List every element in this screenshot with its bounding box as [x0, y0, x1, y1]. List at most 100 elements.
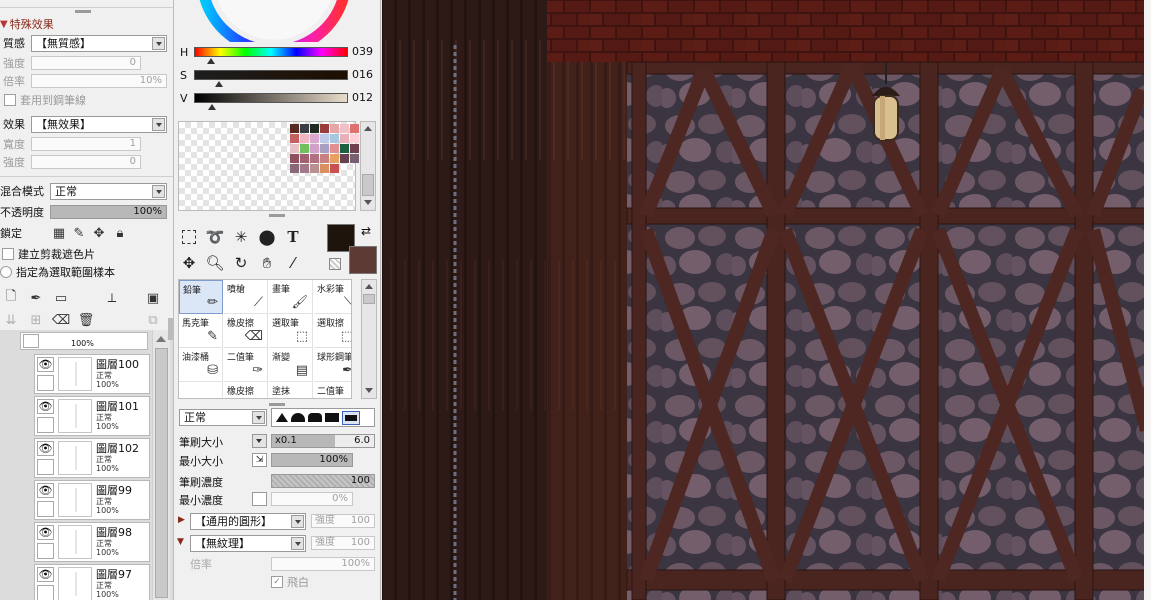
color-swatch[interactable] [350, 134, 359, 143]
color-swatch[interactable] [290, 124, 299, 133]
visibility-eye-icon[interactable]: 👁︎ [37, 357, 54, 372]
scroll-up-icon[interactable] [156, 336, 166, 342]
add-layer-icon[interactable]: ⊞ [27, 311, 45, 329]
scale-slider[interactable]: 10% [31, 74, 167, 88]
scroll-down-icon[interactable] [365, 388, 373, 393]
color-swatch[interactable] [330, 164, 339, 173]
color-swatch[interactable] [320, 144, 329, 153]
color-swatch[interactable] [320, 154, 329, 163]
hand-icon[interactable]: ✋︎ [256, 252, 278, 274]
blend-mode-select[interactable]: 正常 [50, 183, 167, 200]
shape-round-icon[interactable] [291, 413, 305, 422]
saturation-marker[interactable] [214, 81, 223, 87]
rect-select-icon[interactable] [178, 226, 200, 248]
brush-shape-selector[interactable] [271, 408, 375, 427]
layer-transform-icon[interactable]: ⟂ [103, 289, 121, 307]
brush-slot[interactable]: 馬克筆 ✎ [179, 314, 223, 348]
brush-blend-select[interactable]: 正常 [179, 409, 267, 426]
brush-slot[interactable]: 二值筆✑ [314, 382, 351, 398]
transparent-color-icon[interactable] [329, 258, 341, 270]
color-swatch[interactable] [290, 134, 299, 143]
visibility-eye-icon[interactable]: 👁︎ [37, 399, 54, 414]
new-vector-layer-icon[interactable]: ✒ [27, 289, 45, 307]
color-swatch[interactable] [300, 154, 309, 163]
effect-select[interactable]: 【無效果】 [31, 116, 167, 133]
color-swatch[interactable] [320, 124, 329, 133]
shape-soft-icon[interactable] [308, 413, 322, 422]
selection-sample-checkbox[interactable]: 指定為選取範圍樣本 [0, 263, 115, 281]
layer-lock-toggle[interactable] [37, 459, 54, 475]
layer-scroll-thumb[interactable] [155, 348, 168, 598]
new-folder-icon[interactable]: ▭ [52, 289, 70, 307]
visibility-eye-icon[interactable]: 👁︎ [37, 567, 54, 582]
color-swatch[interactable] [290, 154, 299, 163]
strength-slider[interactable]: 0 [31, 56, 141, 70]
saturation-track[interactable] [194, 70, 348, 80]
color-swatch[interactable] [310, 144, 319, 153]
color-swatch[interactable] [340, 134, 349, 143]
layer-row[interactable]: 👁︎ 圖層102 正常 100% [34, 438, 150, 478]
lock-move-icon[interactable]: ✥ [90, 224, 108, 242]
brush-slot[interactable]: 球形鋼筆 ✒ [314, 348, 351, 382]
select-pen-icon[interactable]: ⬤ [256, 226, 278, 248]
texture-scale-slider[interactable]: 100% [271, 557, 375, 571]
new-layer-icon[interactable]: 🗋︎ [2, 289, 20, 307]
zoom-icon[interactable]: 🔍︎ [204, 252, 226, 274]
brush-slot[interactable]: 橡皮擦⌫ [224, 314, 268, 348]
value-marker[interactable] [208, 104, 217, 110]
layer-row[interactable]: 👁︎ 圖層99 正常 100% [34, 480, 150, 520]
visibility-eye-icon[interactable]: 👁︎ [37, 525, 54, 540]
effect-strength-slider[interactable]: 0 [31, 155, 141, 169]
color-swatch[interactable] [340, 124, 349, 133]
color-swatch[interactable] [350, 144, 359, 153]
hue-slider-row[interactable]: H 039 [174, 44, 380, 66]
eyedropper-icon[interactable]: ⁄ [282, 252, 304, 274]
brush-density-slider[interactable]: 100 [271, 474, 375, 488]
white-checkbox[interactable]: ✓ 飛白 [271, 574, 309, 590]
opacity-slider[interactable]: 100% [50, 205, 167, 219]
width-slider[interactable]: 1 [31, 137, 141, 151]
shape-sharp-icon[interactable] [276, 413, 288, 422]
brush-slot[interactable]: 水彩筆⟍ [314, 280, 351, 314]
trash-icon[interactable]: 🗑︎ [77, 311, 95, 329]
layer-row[interactable]: 👁︎ 圖層100 正常 100% [34, 354, 150, 394]
lock-paint-icon[interactable]: ✎ [70, 224, 88, 242]
layer-row[interactable]: 👁︎ 圖層101 正常 100% [34, 396, 150, 436]
panel-grip[interactable] [269, 403, 285, 406]
panel-grip[interactable] [269, 214, 285, 217]
layer-lock-toggle[interactable] [37, 375, 54, 391]
brush-texture-select[interactable]: 【無紋理】 [190, 535, 306, 552]
visibility-eye-icon[interactable]: 👁︎ [37, 441, 54, 456]
move-icon[interactable]: ✥ [178, 252, 200, 274]
color-swatch[interactable] [320, 164, 329, 173]
color-swatch[interactable] [310, 124, 319, 133]
color-swatch[interactable] [310, 134, 319, 143]
brush-slot[interactable]: 畫筆 🖌︎ [269, 280, 313, 314]
magic-wand-icon[interactable]: ✳ [230, 226, 252, 248]
swatch-palette[interactable] [178, 121, 359, 211]
color-wheel[interactable] [174, 0, 381, 42]
expand-arrow-icon[interactable]: ▶ [178, 515, 185, 525]
text-tool-icon[interactable]: T [282, 226, 304, 248]
lock-transparency-icon[interactable]: ▦ [50, 224, 68, 242]
brush-slot[interactable]: 噴槍 ⟋ [224, 280, 268, 314]
min-density-slider[interactable]: 0% [271, 492, 353, 506]
merge-down-icon[interactable]: ⇊ [2, 311, 20, 329]
merge-icon[interactable]: ⧉ [144, 311, 162, 329]
shape-square-icon[interactable] [342, 410, 360, 425]
texture-select[interactable]: 【無質感】 [31, 35, 167, 52]
color-swatch[interactable] [330, 144, 339, 153]
scroll-up-icon[interactable] [364, 126, 372, 131]
brush-slot[interactable]: 鉛筆 ✏ [179, 280, 223, 314]
brush-scrollbar[interactable] [361, 279, 377, 399]
brush-slot[interactable]: 油漆桶 ⛁ [179, 348, 223, 382]
color-swatch[interactable] [340, 154, 349, 163]
value-slider-row[interactable]: V 012 [174, 90, 380, 112]
swatch-scroll-thumb[interactable] [362, 174, 374, 196]
scroll-up-icon[interactable] [365, 284, 373, 289]
color-swatch[interactable] [300, 164, 309, 173]
lock-all-icon[interactable]: 🔒︎ [111, 224, 129, 242]
shape-strength-slider[interactable]: 強度 100 [311, 514, 375, 528]
brush-scroll-thumb[interactable] [363, 294, 375, 304]
brush-slot[interactable]: 選取筆 ⬚ [269, 314, 313, 348]
